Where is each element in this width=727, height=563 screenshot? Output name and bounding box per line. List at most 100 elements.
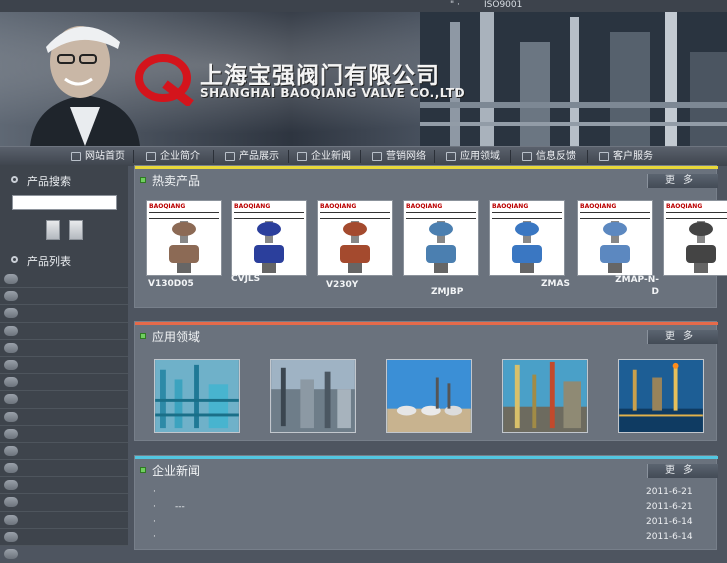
list-bullet-icon (4, 308, 18, 319)
valve-icon (169, 221, 199, 273)
news-date: 2011-6-21 (646, 487, 693, 497)
list-item[interactable] (0, 357, 128, 375)
list-item[interactable] (0, 443, 128, 461)
list-item[interactable] (0, 323, 128, 340)
feedback-icon (522, 152, 532, 161)
nav-item-news[interactable]: 企业新闻 (297, 147, 351, 166)
valve-icon (426, 221, 456, 273)
product-label[interactable]: CVJLS (231, 274, 260, 284)
news-row[interactable]: · 2011-6-21 (135, 487, 718, 502)
application-image[interactable] (386, 359, 472, 433)
list-bullet-icon (4, 463, 18, 474)
advanced-search-button[interactable] (69, 220, 83, 240)
building-icon (146, 152, 156, 161)
list-item[interactable] (0, 494, 128, 512)
search-button[interactable] (46, 220, 60, 240)
list-bullet-icon (4, 342, 18, 353)
nav-item-network[interactable]: 营销网络 (372, 147, 426, 166)
list-bullet-icon (4, 274, 18, 284)
hot-more-link[interactable]: 更多 (647, 174, 718, 188)
product-label[interactable]: V130D05 (148, 279, 194, 289)
applications-section: 应用领域 更多 (134, 321, 718, 441)
company-logo-icon (135, 54, 194, 106)
application-image[interactable] (502, 359, 588, 433)
list-item[interactable] (0, 391, 128, 409)
news-row[interactable]: · 2011-6-14 (135, 517, 718, 532)
search-input[interactable] (12, 195, 117, 210)
nav-item-service[interactable]: 客户服务 (599, 147, 653, 166)
news-bullet: · (153, 487, 156, 497)
news-more-link[interactable]: 更多 (647, 464, 718, 478)
product-card[interactable]: BAOQIANG (489, 200, 565, 276)
box-icon (225, 152, 235, 161)
list-item[interactable] (0, 305, 128, 323)
list-item[interactable] (0, 460, 128, 478)
valve-icon (254, 221, 284, 273)
list-item[interactable] (0, 374, 128, 392)
list-bullet-icon (4, 497, 18, 508)
hot-products-section: 热卖产品 更多 BAOQIANG V130D05 BAOQIANG CVJLS BAOQ… (134, 165, 727, 308)
nav-item-about[interactable]: 企业简介 (146, 147, 200, 166)
list-item[interactable] (0, 512, 128, 529)
product-card[interactable]: BAOQIANG (663, 200, 727, 276)
product-card[interactable]: BAOQIANG (403, 200, 479, 276)
list-bullet-icon (4, 514, 18, 525)
service-icon (599, 152, 609, 161)
applications-more-link[interactable]: 更多 (647, 330, 718, 344)
news-bullet: · (153, 532, 156, 542)
factory-image (420, 12, 727, 146)
valve-icon (686, 221, 716, 273)
list-item[interactable] (0, 288, 128, 306)
valve-icon (512, 221, 542, 273)
news-date: 2011-6-14 (646, 517, 693, 527)
globe-icon (297, 152, 307, 161)
list-item[interactable] (0, 340, 128, 357)
list-bullet-icon (4, 411, 18, 422)
list-item[interactable] (0, 529, 128, 546)
product-list (0, 271, 128, 563)
list-item[interactable] (0, 271, 128, 289)
product-label[interactable]: ZMAP-N-D (615, 274, 659, 298)
home-icon (71, 152, 81, 161)
application-image[interactable] (618, 359, 704, 433)
news-bullet: · (153, 517, 156, 527)
bullet-icon (11, 176, 18, 183)
nav-item-applications[interactable]: 应用领域 (446, 147, 500, 166)
section-tag-icon (140, 333, 146, 339)
list-item[interactable] (0, 477, 128, 495)
section-tag-icon (140, 467, 146, 473)
news-link[interactable]: --- (175, 502, 185, 512)
product-label[interactable]: ZMJBP (431, 287, 463, 297)
list-item[interactable] (0, 546, 128, 563)
valve-icon (600, 221, 630, 273)
document-icon (446, 152, 456, 161)
bullet-icon (11, 256, 18, 263)
company-name-cn: 上海宝强阀门有限公司 (200, 62, 440, 89)
iso-label: ISO9001 (484, 0, 523, 10)
nav-item-feedback[interactable]: 信息反馈 (522, 147, 576, 166)
news-title: 企业新闻 (152, 464, 201, 478)
news-bullet: · (153, 502, 156, 512)
list-item[interactable] (0, 426, 128, 443)
product-label[interactable]: ZMAS (541, 279, 570, 289)
top-bar-marks: " · (450, 0, 460, 10)
product-label[interactable]: V230Y (326, 280, 358, 290)
product-card[interactable]: BAOQIANG (577, 200, 653, 276)
sidebar: 产品搜索 产品列表 (0, 165, 128, 563)
list-bullet-icon (4, 549, 18, 559)
application-image[interactable] (154, 359, 240, 433)
news-date: 2011-6-21 (646, 502, 693, 512)
product-brand: BAOQIANG (234, 203, 271, 210)
product-search-heading: 产品搜索 (0, 169, 128, 191)
application-image[interactable] (270, 359, 356, 433)
product-card[interactable]: BAOQIANG (231, 200, 307, 276)
product-card[interactable]: BAOQIANG (146, 200, 222, 276)
nav-item-products[interactable]: 产品展示 (225, 147, 279, 166)
product-card[interactable]: BAOQIANG (317, 200, 393, 276)
hot-products-title: 热卖产品 (152, 174, 201, 188)
list-bullet-icon (4, 428, 18, 439)
nav-item-home[interactable]: 网站首页 (71, 147, 125, 166)
network-icon (372, 152, 382, 161)
list-item[interactable] (0, 409, 128, 426)
news-row[interactable]: · --- 2011-6-21 (135, 502, 718, 517)
